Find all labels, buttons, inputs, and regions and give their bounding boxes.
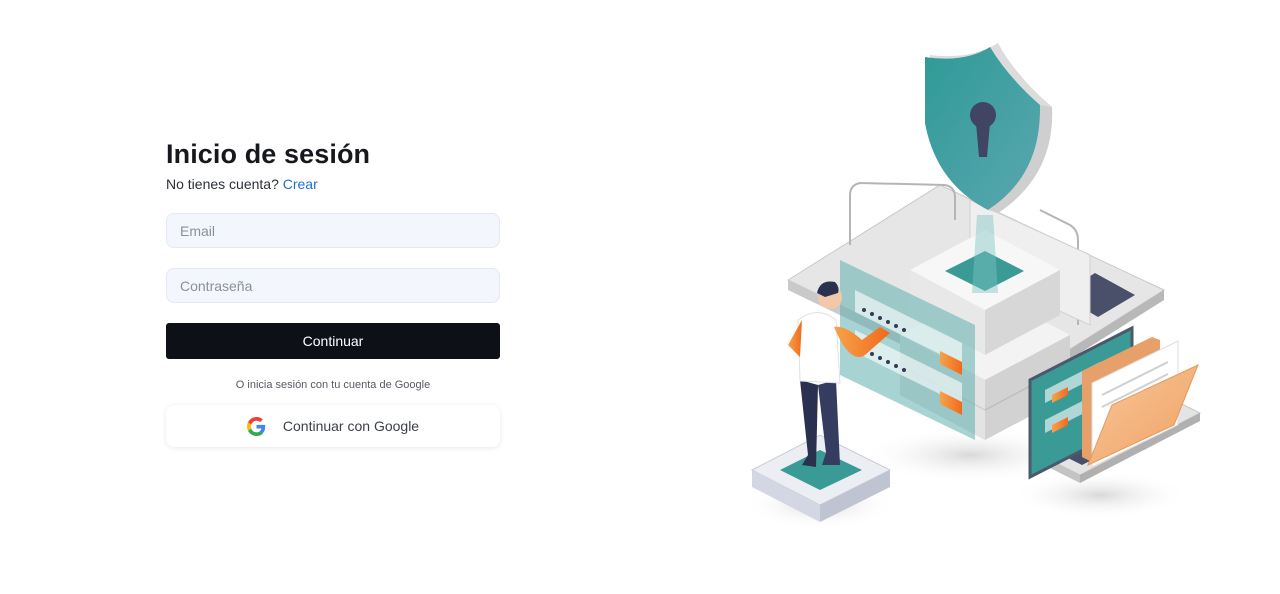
email-field[interactable] xyxy=(166,213,500,248)
google-icon xyxy=(246,416,266,436)
password-field[interactable] xyxy=(166,268,500,303)
google-divider-text: O inicia sesión con tu cuenta de Google xyxy=(235,379,431,391)
signup-row: No tienes cuenta? Crear xyxy=(166,175,500,193)
page-title: Inicio de sesión xyxy=(166,139,371,169)
google-button-label: Continuar con Google xyxy=(282,418,420,434)
security-illustration xyxy=(745,43,1202,529)
signup-prompt: No tienes cuenta? xyxy=(166,176,279,192)
login-page: Inicio de sesión No tienes cuenta? Crear… xyxy=(0,0,1280,594)
google-login-button[interactable]: Continuar con Google xyxy=(166,405,500,447)
create-account-link[interactable]: Crear xyxy=(283,176,318,192)
continue-button[interactable]: Continuar xyxy=(166,323,500,359)
login-panel: Inicio de sesión No tienes cuenta? Crear… xyxy=(166,138,500,447)
